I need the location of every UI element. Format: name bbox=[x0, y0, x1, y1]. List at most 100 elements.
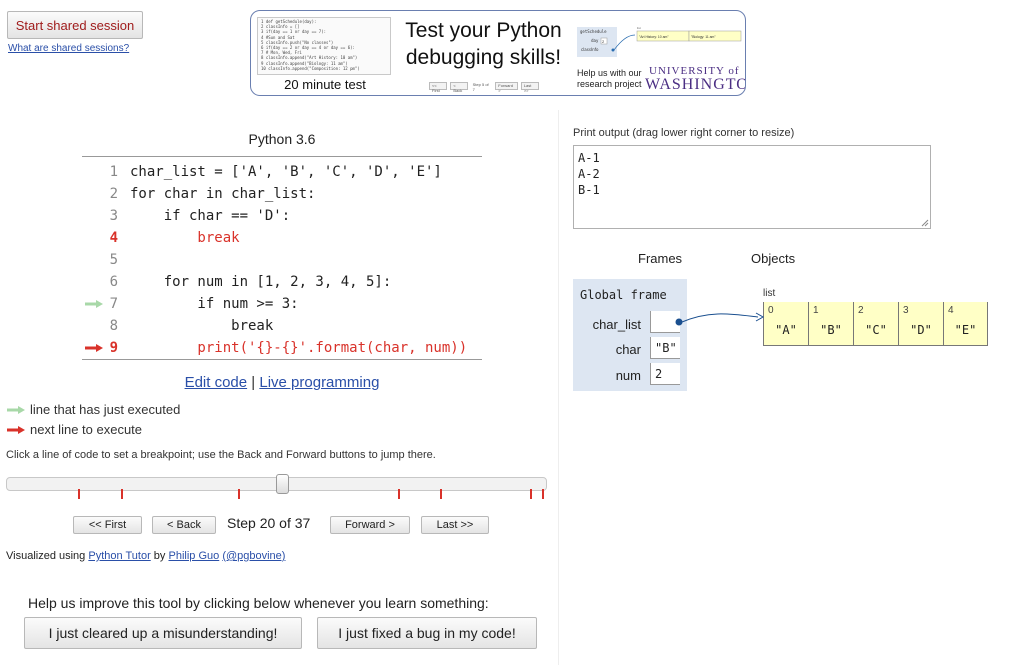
variable-name: num bbox=[615, 368, 641, 383]
code-line[interactable]: 8 break bbox=[82, 315, 482, 337]
next-line-arrow-icon bbox=[7, 425, 25, 434]
breakpoint-tick bbox=[238, 489, 240, 499]
list-element: 4 "E" bbox=[943, 302, 988, 346]
what-are-shared-sessions-link[interactable]: What are shared sessions? bbox=[8, 43, 129, 54]
list-element: 1 "B" bbox=[808, 302, 853, 346]
list-index: 1 bbox=[813, 305, 819, 316]
line-number: 2 bbox=[109, 186, 118, 202]
language-label: Python 3.6 bbox=[248, 131, 316, 147]
list-index: 2 bbox=[858, 305, 864, 316]
svg-text:list: list bbox=[637, 26, 641, 30]
print-output-label: Print output (drag lower right corner to… bbox=[573, 127, 795, 139]
feedback-prompt: Help us improve this tool by clicking be… bbox=[28, 595, 489, 611]
code-line-breakpoint[interactable]: 4 break bbox=[82, 227, 482, 249]
svg-text:day: day bbox=[591, 38, 599, 43]
code-line[interactable]: 5 bbox=[82, 249, 482, 271]
credit-prefix: Visualized using bbox=[6, 550, 86, 562]
list-index: 4 bbox=[948, 305, 954, 316]
list-value: "D" bbox=[910, 323, 932, 337]
list-index: 3 bbox=[903, 305, 909, 316]
code-line-just-executed[interactable]: 7 if num >= 3: bbox=[82, 293, 482, 315]
fixed-bug-button[interactable]: I just fixed a bug in my code! bbox=[317, 617, 537, 649]
step-slider-handle[interactable] bbox=[276, 474, 289, 494]
line-source: if num >= 3: bbox=[130, 296, 299, 312]
list-element: 2 "C" bbox=[853, 302, 898, 346]
line-source: for char in char_list: bbox=[130, 186, 316, 202]
line-number: 1 bbox=[109, 164, 118, 180]
breakpoint-tick bbox=[440, 489, 442, 499]
twitter-handle-link[interactable]: (@pgbovine) bbox=[222, 550, 285, 562]
resize-grip-icon[interactable] bbox=[921, 219, 929, 227]
legend-just-executed: line that has just executed bbox=[6, 402, 180, 417]
list-value: "E" bbox=[954, 323, 977, 337]
link-separator: | bbox=[251, 374, 256, 391]
banner-help-text: Help us with our research project bbox=[577, 68, 642, 89]
line-number: 5 bbox=[109, 252, 118, 268]
next-line-arrow-icon bbox=[82, 343, 104, 353]
line-source: if char == 'D': bbox=[130, 208, 291, 224]
svg-text:classInfo: classInfo bbox=[581, 47, 599, 52]
line-source: break bbox=[130, 230, 240, 246]
back-button[interactable]: < Back bbox=[152, 516, 216, 534]
line-source: break bbox=[130, 318, 274, 334]
code-line[interactable]: 1 char_list = ['A', 'B', 'C', 'D', 'E'] bbox=[82, 161, 482, 183]
output-line: B-1 bbox=[578, 183, 600, 197]
first-button[interactable]: << First bbox=[73, 516, 142, 534]
banner-viz-thumbnail: getSchedule day 2 classInfo list "Art Hi… bbox=[577, 26, 742, 57]
legend-next-line: next line to execute bbox=[6, 422, 142, 437]
svg-text:"Art History: 10 am": "Art History: 10 am" bbox=[639, 35, 669, 39]
legend-just-executed-label: line that has just executed bbox=[30, 402, 181, 417]
list-element: 3 "D" bbox=[898, 302, 943, 346]
edit-code-link[interactable]: Edit code bbox=[185, 374, 248, 391]
last-button[interactable]: Last >> bbox=[421, 516, 489, 534]
list-value: "A" bbox=[775, 323, 797, 337]
global-frame-title: Global frame bbox=[580, 288, 667, 302]
code-line[interactable]: 3 if char == 'D': bbox=[82, 205, 482, 227]
variable-value-box: 2 bbox=[650, 363, 680, 385]
line-number: 3 bbox=[109, 208, 118, 224]
code-top-divider bbox=[82, 156, 482, 157]
code-line[interactable]: 2 for char in char_list: bbox=[82, 183, 482, 205]
breakpoint-tick bbox=[78, 489, 80, 499]
breakpoint-tick bbox=[121, 489, 123, 499]
start-shared-session-button[interactable]: Start shared session bbox=[7, 11, 143, 39]
output-line: A-1 bbox=[578, 151, 600, 165]
author-link[interactable]: Philip Guo bbox=[168, 550, 219, 562]
visualization-credit: Visualized using Python Tutor by Philip … bbox=[6, 550, 285, 562]
breakpoint-tick bbox=[542, 489, 544, 499]
credit-by: by bbox=[153, 550, 166, 562]
variable-name: char bbox=[615, 342, 641, 357]
code-line[interactable]: 6 for num in [1, 2, 3, 4, 5]: bbox=[82, 271, 482, 293]
debugging-study-banner[interactable]: 1 def getSchedule(day): 2 classInfo = []… bbox=[250, 10, 746, 96]
edit-links: Edit code | Live programming bbox=[82, 374, 482, 391]
just-executed-arrow-icon bbox=[7, 405, 25, 414]
objects-heading: Objects bbox=[751, 251, 796, 266]
line-source: print('{}-{}'.format(char, num)) bbox=[130, 340, 468, 356]
output-line: A-2 bbox=[578, 167, 600, 181]
forward-button[interactable]: Forward > bbox=[330, 516, 410, 534]
variable-value-box: "B" bbox=[650, 337, 680, 359]
live-programming-link[interactable]: Live programming bbox=[259, 374, 379, 391]
university-name-line2: WASHINGTON bbox=[645, 76, 745, 93]
python-tutor-link[interactable]: Python Tutor bbox=[88, 550, 150, 562]
banner-title: Test your Python debugging skills! bbox=[405, 19, 562, 69]
line-number: 9 bbox=[109, 340, 118, 356]
banner-controls-thumbnail: << First < Back Step 5 of 7 Forward > Last >… bbox=[429, 82, 539, 93]
line-number: 7 bbox=[109, 296, 118, 312]
line-source: char_list = ['A', 'B', 'C', 'D', 'E'] bbox=[130, 164, 442, 180]
variable-name: char_list bbox=[592, 317, 641, 332]
line-number: 6 bbox=[109, 274, 118, 290]
breakpoint-tick bbox=[530, 489, 532, 499]
svg-text:getSchedule: getSchedule bbox=[580, 29, 607, 34]
cleared-misunderstanding-button[interactable]: I just cleared up a misunderstanding! bbox=[24, 617, 302, 649]
breakpoint-tick bbox=[398, 489, 400, 499]
just-executed-arrow-icon bbox=[82, 299, 104, 309]
breakpoint-instructions: Click a line of code to set a breakpoint… bbox=[6, 449, 436, 461]
list-value: "B" bbox=[820, 323, 842, 337]
list-type-label: list bbox=[763, 288, 776, 299]
banner-code-thumbnail: 1 def getSchedule(day): 2 classInfo = []… bbox=[257, 17, 391, 75]
legend-next-line-label: next line to execute bbox=[30, 422, 143, 437]
code-line-next[interactable]: 9 print('{}-{}'.format(char, num)) bbox=[82, 337, 482, 359]
svg-text:"Biology: 11 am": "Biology: 11 am" bbox=[691, 35, 716, 39]
print-output-box[interactable]: A-1 A-2 B-1 bbox=[573, 145, 931, 229]
